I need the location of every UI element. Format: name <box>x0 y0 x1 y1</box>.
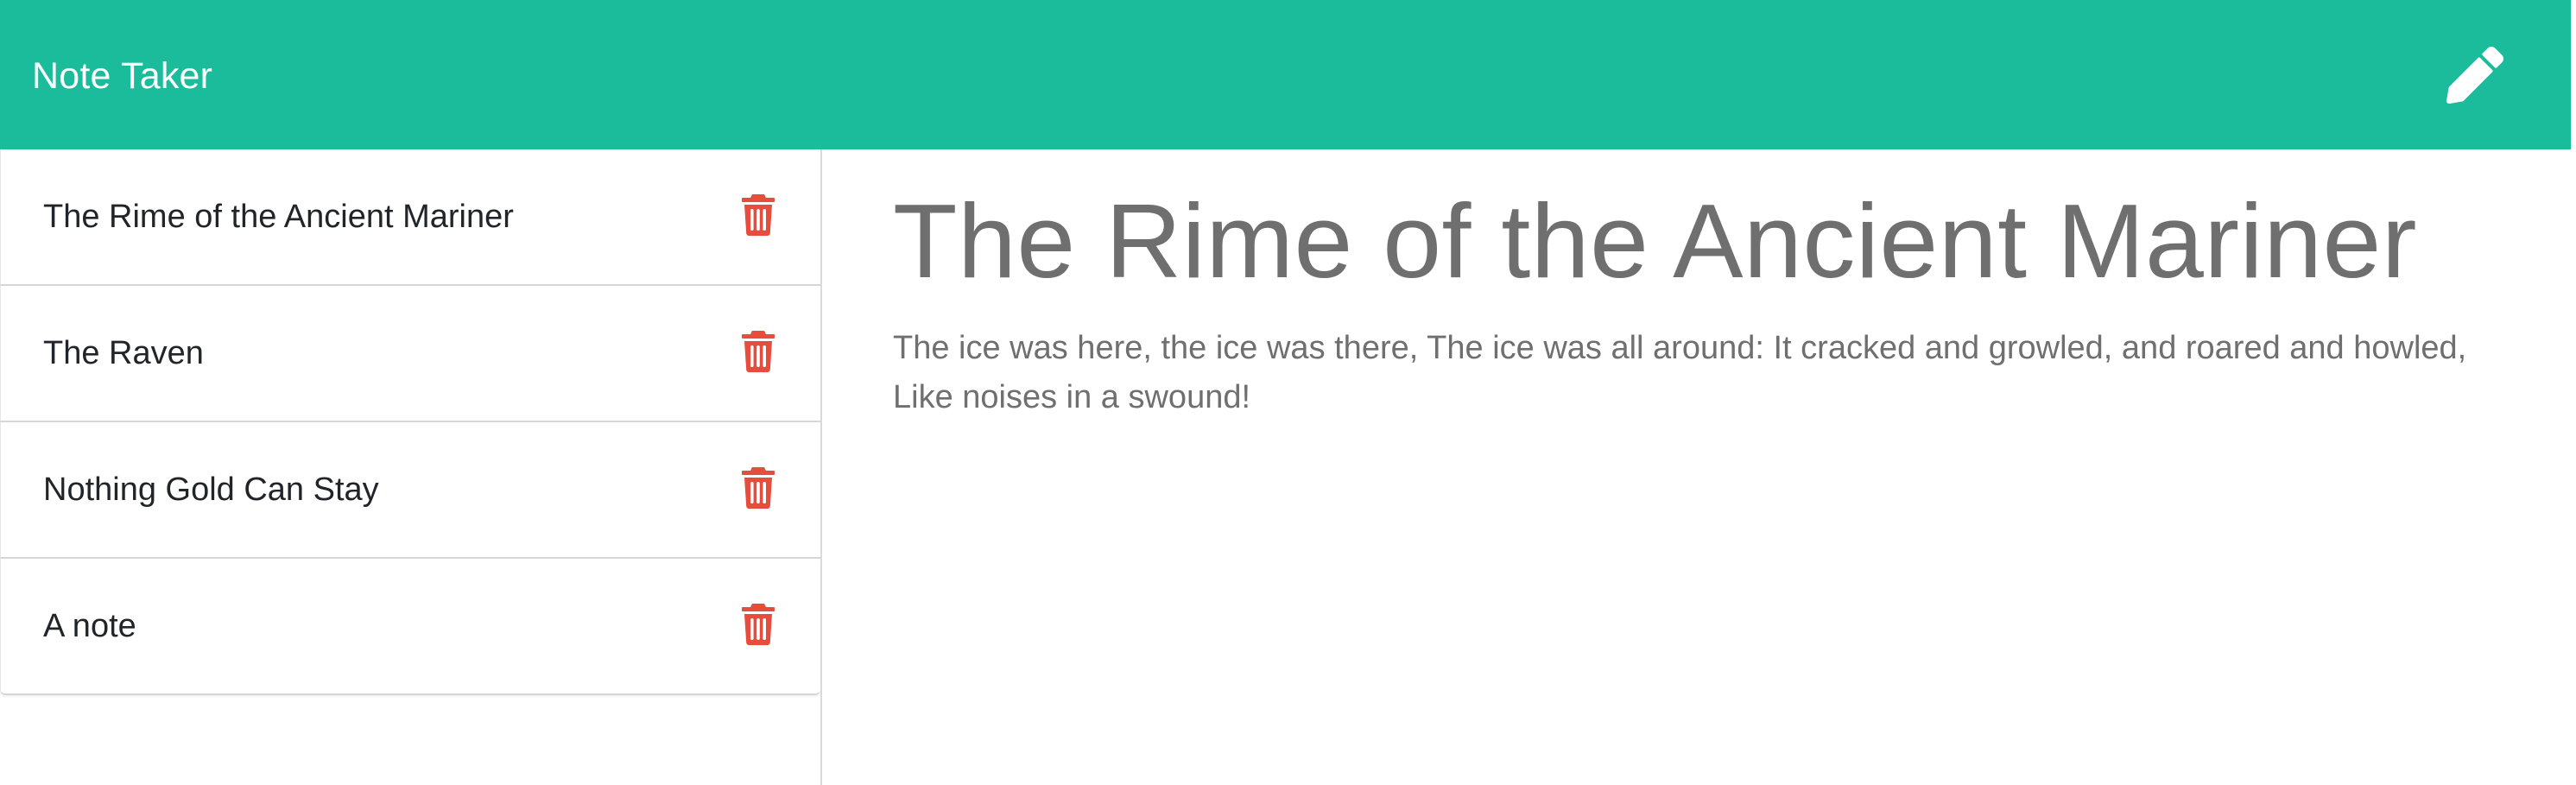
pencil-icon <box>2446 46 2503 104</box>
list-item[interactable]: A note <box>0 559 820 695</box>
note-title-field[interactable]: The Rime of the Ancient Mariner <box>893 180 2576 301</box>
note-title[interactable]: The Rime of the Ancient Mariner <box>43 200 514 233</box>
delete-note-button[interactable] <box>739 466 777 510</box>
app-window: Note Taker The Rime of the Ancient Marin… <box>0 0 2576 785</box>
note-title[interactable]: A note <box>43 610 136 643</box>
list-item[interactable]: Nothing Gold Can Stay <box>0 422 820 559</box>
note-editor: The Rime of the Ancient Mariner The ice … <box>822 149 2576 785</box>
delete-note-button[interactable] <box>739 603 777 646</box>
trash-icon <box>742 467 775 509</box>
navbar: Note Taker <box>0 0 2571 149</box>
note-text-field[interactable]: The ice was here, the ice was there, The… <box>893 324 2499 422</box>
trash-icon <box>742 194 775 236</box>
note-list: The Rime of the Ancient Mariner The Rave… <box>0 149 820 695</box>
list-item[interactable]: The Rime of the Ancient Mariner <box>0 149 820 286</box>
app-brand[interactable]: Note Taker <box>32 58 212 95</box>
new-note-button[interactable] <box>2445 45 2505 105</box>
notes-sidebar: The Rime of the Ancient Mariner The Rave… <box>0 149 822 785</box>
note-title[interactable]: The Raven <box>43 337 204 370</box>
note-title[interactable]: Nothing Gold Can Stay <box>43 473 379 506</box>
trash-icon <box>742 604 775 645</box>
delete-note-button[interactable] <box>739 193 777 237</box>
trash-icon <box>742 331 775 372</box>
list-item[interactable]: The Raven <box>0 286 820 422</box>
delete-note-button[interactable] <box>739 330 777 373</box>
